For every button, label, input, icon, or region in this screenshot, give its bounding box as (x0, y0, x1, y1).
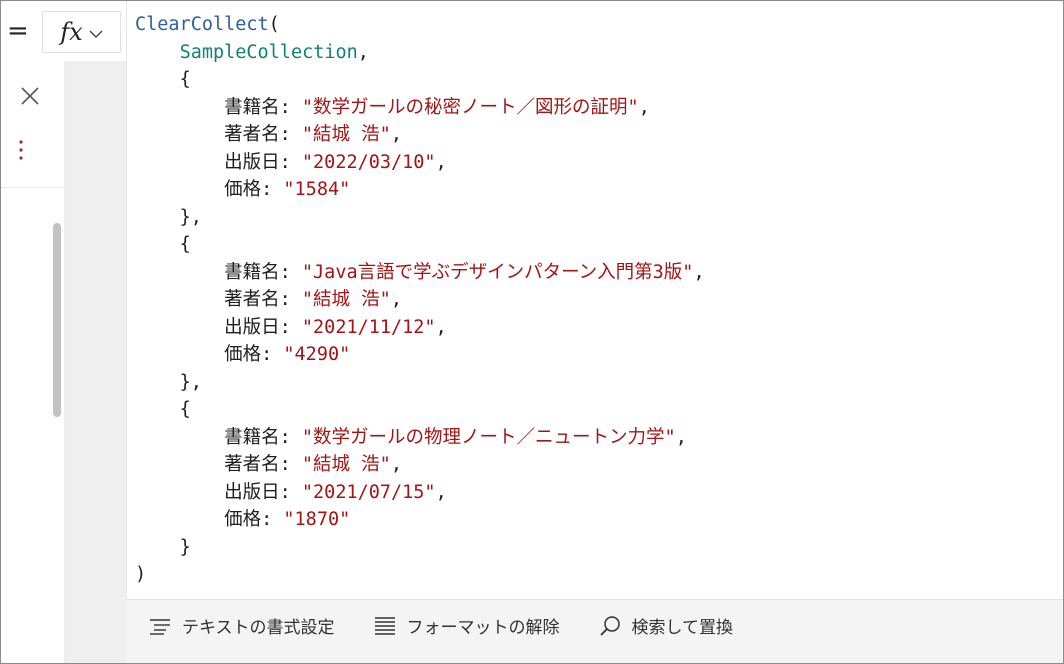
bottom-strip (126, 651, 1063, 663)
function-name: ClearCollect (135, 14, 269, 35)
format-text-button[interactable]: テキストの書式設定 (148, 606, 335, 646)
string-value: "数学ガールの秘密ノート／図形の証明" (301, 96, 639, 118)
format-text-icon (148, 614, 172, 638)
code-line: { (179, 69, 191, 90)
code-line: 出版日: "2021/07/15", (224, 481, 447, 503)
left-column: = fx (1, 1, 126, 663)
code-line: ClearCollect( (135, 14, 280, 35)
format-text-label: テキストの書式設定 (182, 618, 335, 638)
code-line: SampleCollection, (179, 41, 369, 63)
string-value: "結城 浩" (301, 124, 391, 145)
code-line: { (179, 399, 191, 420)
code-line: 書籍名: "数学ガールの物理ノート／ニュートン力学", (224, 426, 687, 448)
formula-editor-window: = fx ClearCollect(SampleCollection, {書… (0, 0, 1064, 664)
chevron-down-icon (89, 24, 103, 43)
string-value: "数学ガールの物理ノート／ニュートン力学" (301, 426, 676, 448)
search-icon (598, 614, 622, 638)
field-key: 書籍名 (224, 426, 280, 448)
remove-format-button[interactable]: フォーマットの解除 (373, 606, 560, 646)
find-replace-label: 検索して置換 (631, 618, 734, 638)
code-line: 著者名: "結城 浩", (224, 454, 402, 475)
field-key: 出版日 (224, 151, 280, 173)
fx-function-button[interactable]: fx (42, 11, 121, 53)
field-key: 価格 (224, 179, 262, 200)
code-text: ClearCollect( SampleCollection, { 書籍名: "… (135, 11, 705, 589)
code-line: { (179, 234, 191, 255)
code-line: 書籍名: "数学ガールの秘密ノート／図形の証明", (224, 96, 650, 118)
code-line: ) (135, 564, 147, 585)
code-line: 著者名: "結城 浩", (224, 289, 402, 310)
code-line: }, (179, 371, 202, 393)
panel-divider (1, 187, 65, 188)
equals-sign: = (7, 16, 29, 46)
code-line: 価格: "1870" (224, 509, 351, 530)
field-key: 出版日 (224, 481, 280, 503)
collection-name: SampleCollection (179, 41, 358, 63)
string-value: "1870" (283, 509, 351, 530)
code-line: } (179, 536, 191, 558)
field-key: 著者名 (224, 124, 280, 145)
vertical-scrollbar[interactable] (53, 223, 61, 417)
field-key: 価格 (224, 344, 262, 365)
string-value: "2022/03/10" (301, 151, 436, 173)
code-line: 価格: "1584" (224, 179, 351, 200)
string-value: "2021/11/12" (301, 316, 436, 338)
field-key: 書籍名 (224, 261, 280, 283)
editor-gutter (53, 61, 126, 663)
remove-format-label: フォーマットの解除 (406, 618, 560, 638)
code-line: 出版日: "2022/03/10", (224, 151, 447, 173)
field-key: 著者名 (224, 454, 280, 475)
remove-format-icon (373, 614, 397, 638)
more-vertical-icon[interactable] (15, 135, 27, 165)
field-key: 書籍名 (224, 96, 280, 118)
string-value: "1584" (283, 179, 351, 200)
string-value: "4290" (283, 344, 351, 365)
field-key: 価格 (224, 509, 262, 530)
string-value: "結城 浩" (301, 454, 391, 475)
code-line: 価格: "4290" (224, 344, 351, 365)
find-replace-button[interactable]: 検索して置換 (598, 606, 734, 646)
string-value: "2021/07/15" (301, 481, 436, 503)
formula-toolbar: テキストの書式設定 フォーマットの解除 検索して置換 (126, 599, 1063, 651)
string-value: "結城 浩" (301, 289, 391, 310)
code-editor[interactable]: ClearCollect( SampleCollection, { 書籍名: "… (126, 1, 1063, 599)
close-icon[interactable] (15, 81, 45, 111)
code-line: 著者名: "結城 浩", (224, 124, 402, 145)
code-line: }, (179, 206, 202, 228)
field-key: 著者名 (224, 289, 280, 310)
string-value: "Java言語で学ぶデザインパターン入門第3版" (301, 261, 694, 283)
code-line: 出版日: "2021/11/12", (224, 316, 447, 338)
field-key: 出版日 (224, 316, 280, 338)
code-line: 書籍名: "Java言語で学ぶデザインパターン入門第3版", (224, 261, 705, 283)
fx-label: fx (60, 18, 83, 46)
